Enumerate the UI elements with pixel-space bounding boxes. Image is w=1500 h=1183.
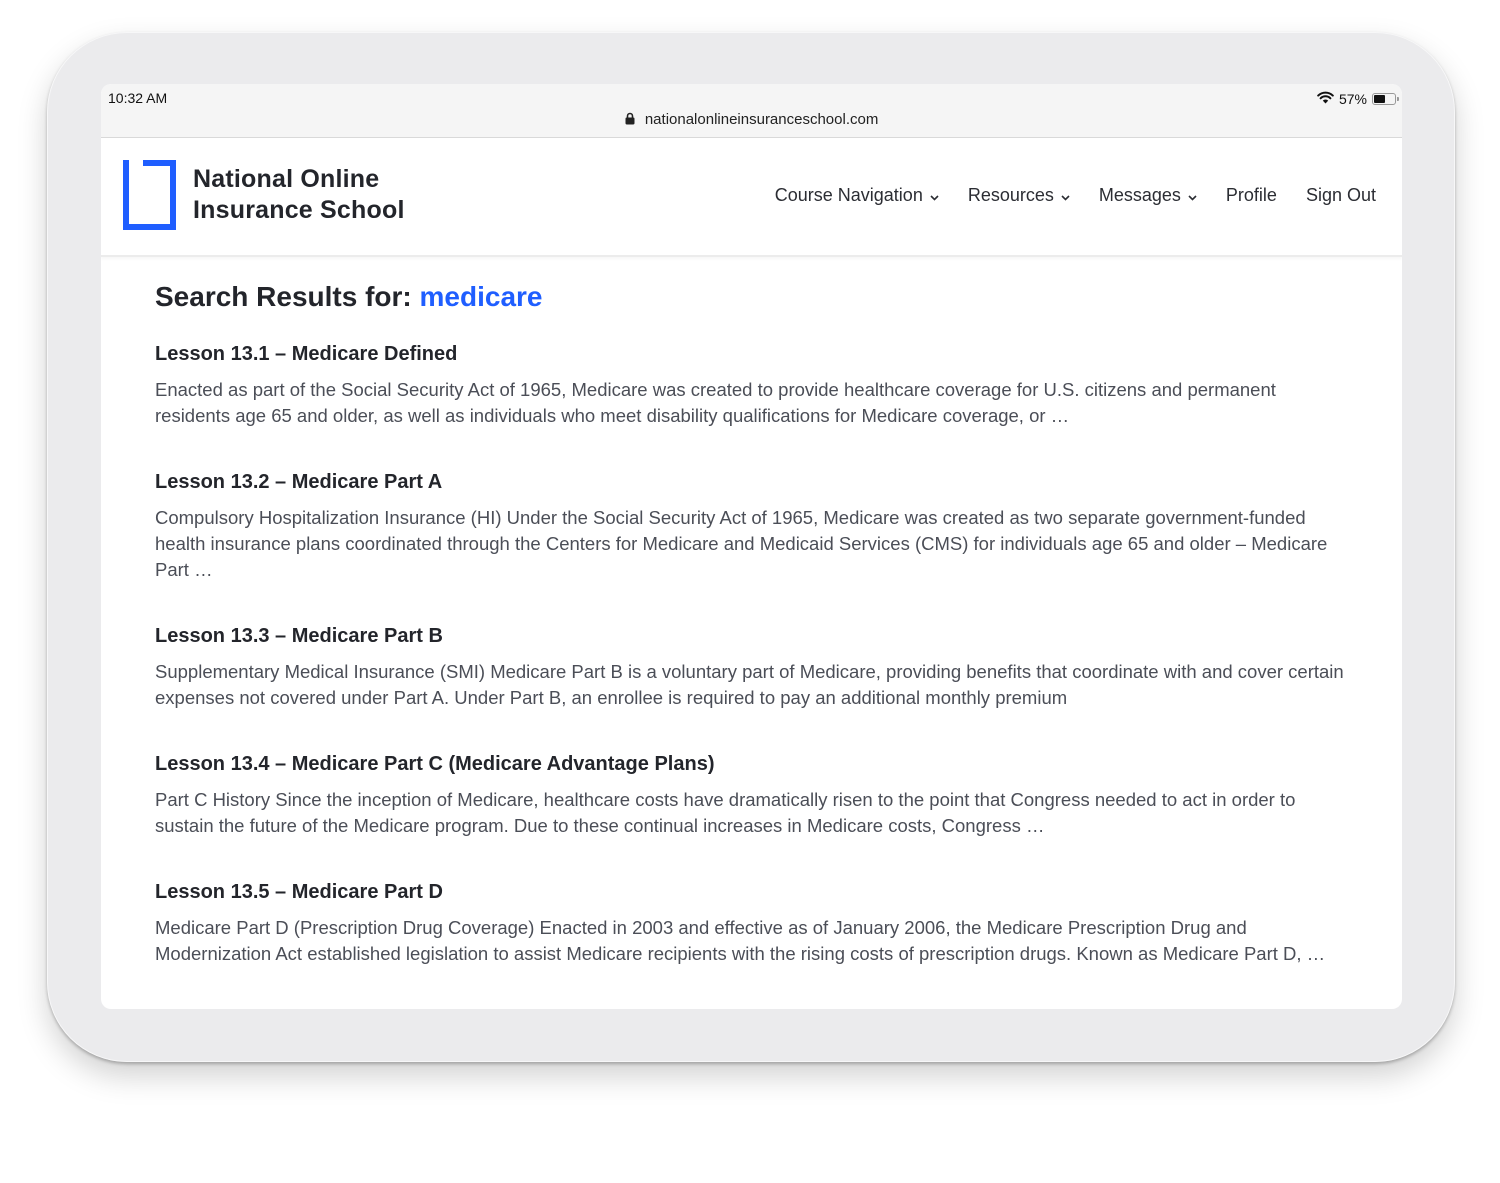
search-result: Lesson 13.3 – Medicare Part B Supplement… <box>155 623 1355 711</box>
result-excerpt: Medicare Part D (Prescription Drug Cover… <box>155 917 1326 964</box>
result-title-link[interactable]: Lesson 13.3 – Medicare Part B <box>155 623 443 649</box>
result-title-link[interactable]: Lesson 13.1 – Medicare Defined <box>155 341 457 367</box>
logo-line-1: National Online <box>193 165 380 193</box>
search-result: Lesson 13.4 – Medicare Part C (Medicare … <box>155 751 1355 839</box>
nav-label: Course Navigation <box>774 185 923 205</box>
wifi-icon <box>1317 91 1334 107</box>
battery-level <box>1374 95 1385 103</box>
tablet-screen: 10:32 AM 57% nationalonlineinsurancescho… <box>101 84 1402 1009</box>
result-excerpt: Part C History Since the inception of Me… <box>155 789 1296 836</box>
nav-label: Resources <box>967 185 1054 205</box>
nav-messages[interactable]: Messages <box>1099 185 1197 206</box>
lock-icon <box>625 112 635 129</box>
url-text: nationalonlineinsuranceschool.com <box>644 111 879 128</box>
site-header: National Online Insurance School Course … <box>101 138 1402 257</box>
main-nav: Course Navigation Resources Messages Pro… <box>746 185 1376 206</box>
result-excerpt: Compulsory Hospitalization Insurance (HI… <box>155 507 1328 580</box>
search-result: Lesson 13.1 – Medicare Defined Enacted a… <box>155 341 1355 429</box>
search-result: Lesson 13.5 – Medicare Part D Medicare P… <box>155 879 1355 967</box>
chevron-down-icon <box>930 185 939 206</box>
nav-sign-out[interactable]: Sign Out <box>1306 185 1376 206</box>
chevron-down-icon <box>1061 185 1070 206</box>
search-query: medicare <box>419 281 543 312</box>
nav-course-navigation[interactable]: Course Navigation <box>775 185 939 206</box>
result-title-link[interactable]: Lesson 13.5 – Medicare Part D <box>155 879 443 905</box>
search-result: Lesson 13.2 – Medicare Part A Compulsory… <box>155 469 1355 583</box>
search-results-content: Search Results for: medicare Lesson 13.1… <box>155 279 1355 964</box>
result-excerpt: Supplementary Medical Insurance (SMI) Me… <box>155 661 1344 708</box>
battery-icon <box>1372 93 1399 105</box>
battery-percent: 57% <box>1338 91 1367 107</box>
status-time: 10:32 AM <box>108 90 168 106</box>
nav-label: Profile <box>1225 185 1277 205</box>
nav-label: Sign Out <box>1305 185 1376 205</box>
page-title-prefix: Search Results for: <box>155 281 420 312</box>
nav-label: Messages <box>1098 185 1181 205</box>
status-indicators: 57% <box>1317 91 1399 107</box>
logo-text: National Online Insurance School <box>193 164 405 226</box>
site-logo[interactable]: National Online Insurance School <box>123 160 405 230</box>
status-bar: 10:32 AM 57% nationalonlineinsurancescho… <box>101 84 1402 138</box>
result-title-link[interactable]: Lesson 13.2 – Medicare Part A <box>155 469 442 495</box>
address-bar[interactable]: nationalonlineinsuranceschool.com <box>101 111 1402 129</box>
nav-resources[interactable]: Resources <box>968 185 1070 206</box>
logo-line-2: Insurance School <box>193 196 405 224</box>
nav-profile[interactable]: Profile <box>1226 185 1277 206</box>
logo-mark-icon <box>123 160 176 230</box>
result-excerpt: Enacted as part of the Social Security A… <box>155 379 1276 426</box>
page-title: Search Results for: medicare <box>155 279 1355 315</box>
chevron-down-icon <box>1188 185 1197 206</box>
result-title-link[interactable]: Lesson 13.4 – Medicare Part C (Medicare … <box>155 751 714 777</box>
